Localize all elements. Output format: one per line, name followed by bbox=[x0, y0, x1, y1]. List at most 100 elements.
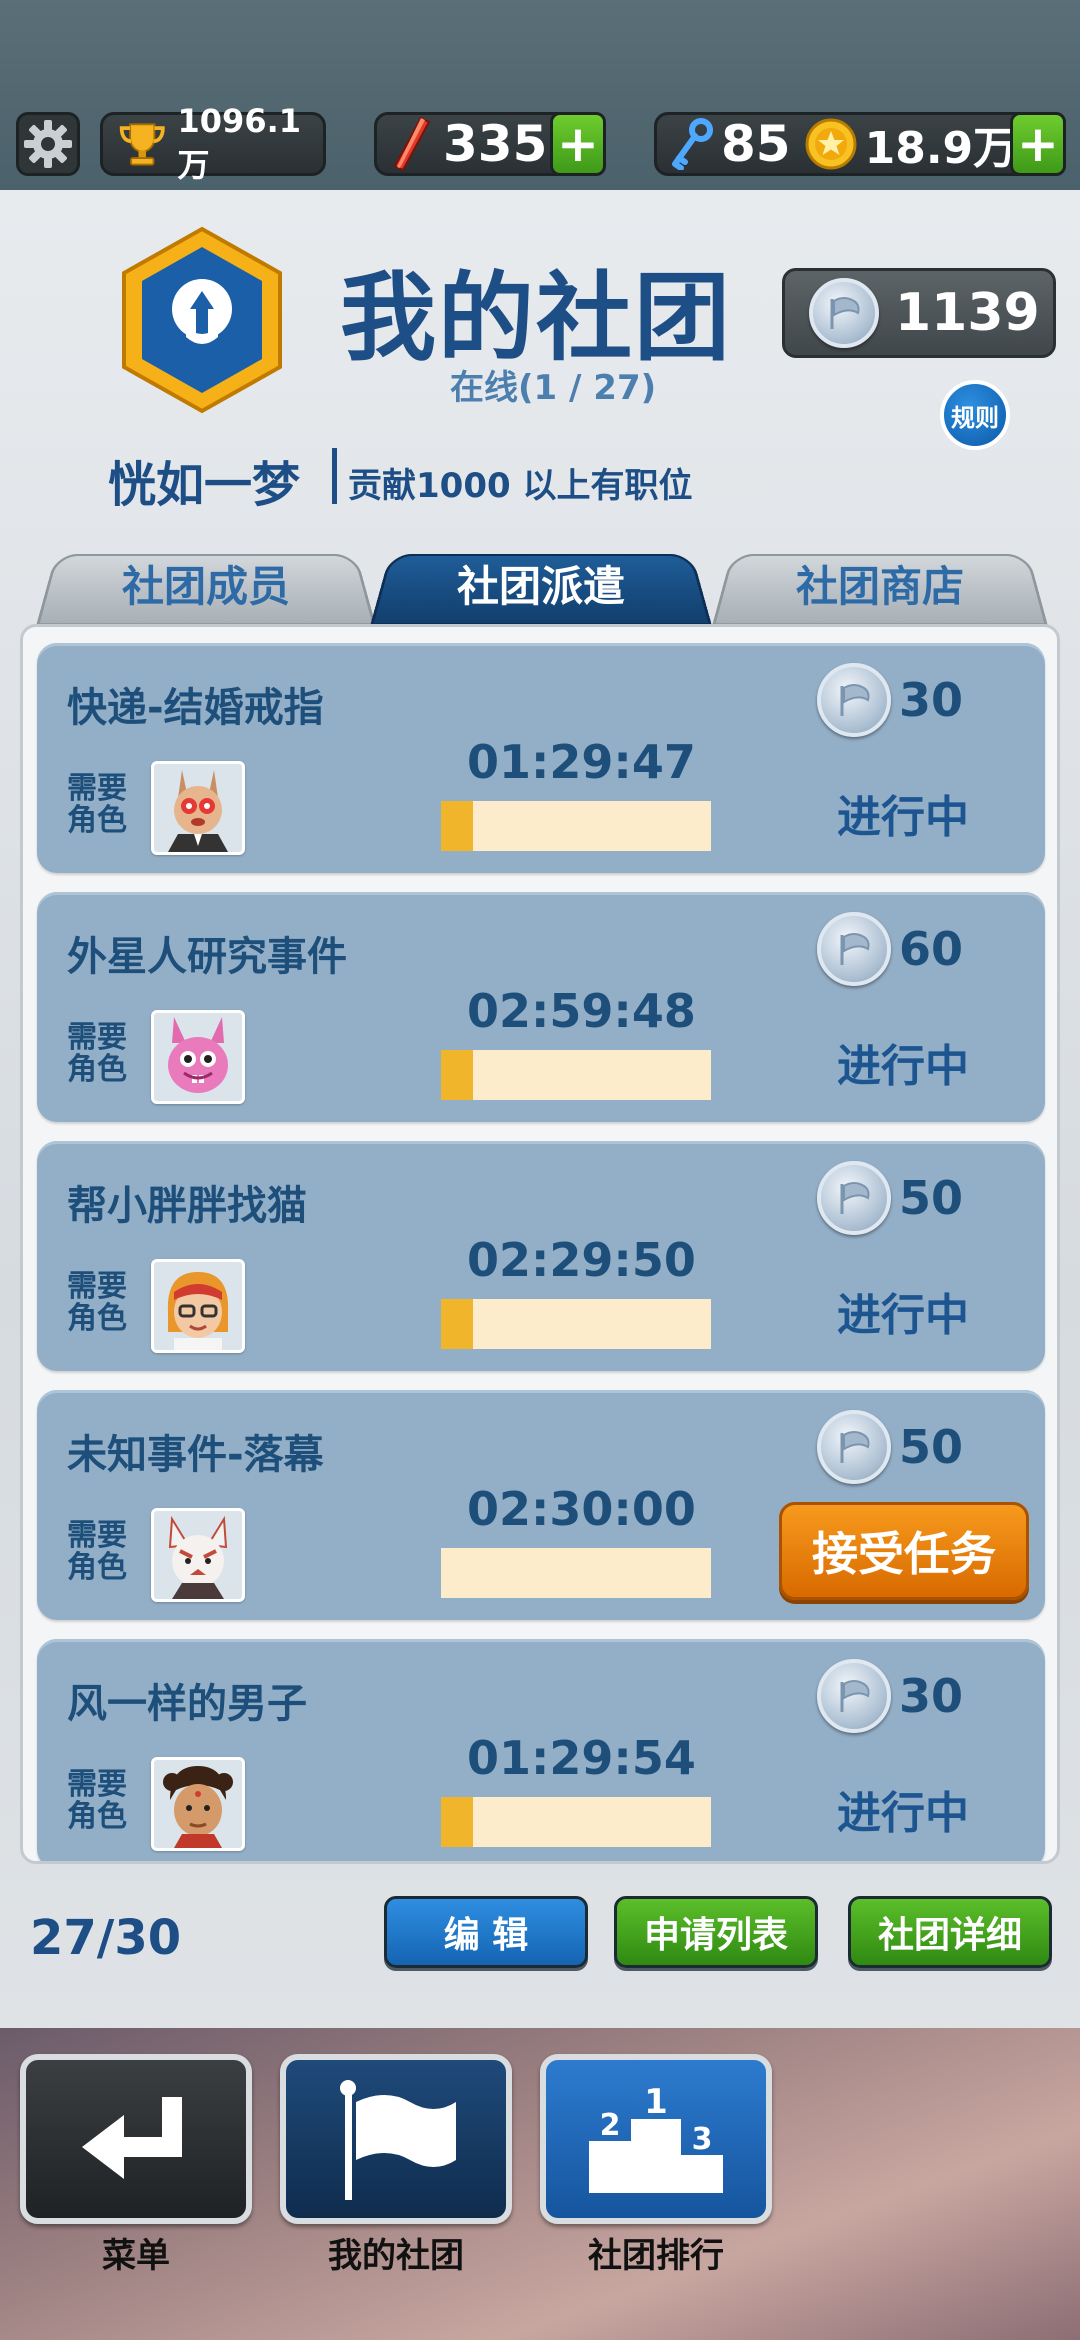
position-note: 贡献1000 以上有职位 bbox=[348, 466, 693, 506]
page-title: 我的社团 bbox=[340, 262, 732, 374]
mission-progress-bar bbox=[441, 1050, 711, 1100]
required-role-label: 需要角色 bbox=[67, 1767, 127, 1834]
coins-value: 18.9万 bbox=[864, 123, 1018, 174]
mission-card: 帮小胖胖找猫 需要角色 02:29:50 50 进行中 bbox=[37, 1141, 1045, 1371]
online-count: 在线(1 / 27) bbox=[450, 368, 657, 408]
mission-reward: 50 bbox=[817, 1410, 963, 1484]
flag-coin-icon bbox=[817, 1161, 891, 1235]
coin-icon bbox=[805, 118, 857, 170]
rules-button[interactable]: 规则 bbox=[940, 380, 1010, 450]
menu-button[interactable] bbox=[20, 2054, 252, 2224]
mission-title: 快递-结婚戒指 bbox=[67, 685, 324, 731]
flag-coin-icon bbox=[817, 663, 891, 737]
mission-status: 进行中 bbox=[837, 1290, 969, 1341]
reward-value: 60 bbox=[899, 922, 964, 976]
accept-mission-button[interactable]: 接受任务 bbox=[779, 1502, 1029, 1600]
club-crest-icon bbox=[122, 226, 282, 414]
character-avatar[interactable] bbox=[151, 1508, 245, 1602]
mission-title: 帮小胖胖找猫 bbox=[67, 1183, 307, 1229]
trophy-value: 1096.1万 bbox=[177, 102, 301, 184]
mission-reward: 30 bbox=[817, 663, 963, 737]
add-coins-button[interactable]: + bbox=[1010, 112, 1066, 176]
flag-coin-icon bbox=[817, 912, 891, 986]
mission-timer: 02:30:00 bbox=[467, 1482, 696, 1536]
mission-title: 未知事件-落幕 bbox=[67, 1432, 324, 1478]
mission-reward: 30 bbox=[817, 1659, 963, 1733]
top-resource-bar: 1096.1万 335 + 85 18.9万 + bbox=[0, 0, 1080, 190]
my-club-button[interactable] bbox=[280, 2054, 512, 2224]
mission-reward: 50 bbox=[817, 1161, 963, 1235]
mission-progress-bar bbox=[441, 1299, 711, 1349]
mission-status: 进行中 bbox=[837, 1041, 969, 1092]
mission-reward: 60 bbox=[817, 912, 963, 986]
add-energy-button[interactable]: + bbox=[550, 112, 606, 176]
progress-fill bbox=[441, 1797, 474, 1847]
member-count: 27/30 bbox=[30, 1910, 182, 1966]
mission-card: 风一样的男子 需要角色 01:29:54 30 进行中 bbox=[37, 1639, 1045, 1861]
mission-card: 快递-结婚戒指 需要角色 01:29:47 30 进行中 bbox=[37, 643, 1045, 873]
character-avatar[interactable] bbox=[151, 761, 245, 855]
club-points-value: 1139 bbox=[895, 283, 1040, 343]
reward-value: 30 bbox=[899, 673, 964, 727]
reward-value: 50 bbox=[899, 1171, 964, 1225]
mission-timer: 02:59:48 bbox=[467, 984, 696, 1038]
required-role-label: 需要角色 bbox=[67, 1020, 127, 1087]
settings-button[interactable] bbox=[16, 112, 80, 176]
mission-timer: 01:29:47 bbox=[467, 735, 696, 789]
club-ranking-label: 社团排行 bbox=[588, 2236, 724, 2276]
club-points-badge: 1139 bbox=[782, 268, 1056, 358]
progress-fill bbox=[441, 801, 474, 851]
return-arrow-icon bbox=[82, 2097, 182, 2179]
trophy-counter: 1096.1万 bbox=[100, 102, 326, 184]
mission-status: 进行中 bbox=[837, 1788, 969, 1839]
mission-status: 进行中 bbox=[837, 792, 969, 843]
keys-coins-counter: 85 18.9万 + bbox=[654, 112, 1066, 176]
flag-coin-icon bbox=[809, 278, 879, 348]
reward-value: 30 bbox=[899, 1669, 964, 1723]
required-role-label: 需要角色 bbox=[67, 1269, 127, 1336]
podium-icon: 1 2 3 bbox=[589, 2082, 723, 2193]
required-role-label: 需要角色 bbox=[67, 771, 127, 838]
club-ranking-button[interactable]: 1 2 3 bbox=[540, 2054, 772, 2224]
tab-shop[interactable]: 社团商店 bbox=[712, 540, 1048, 626]
required-role-label: 需要角色 bbox=[67, 1518, 127, 1585]
mission-progress-bar bbox=[441, 1548, 711, 1598]
mission-list[interactable]: 快递-结婚戒指 需要角色 01:29:47 30 进行中 外星人研究事件 需要角… bbox=[20, 624, 1060, 1864]
keys-value: 85 bbox=[721, 115, 791, 173]
energy-counter: 335 + bbox=[374, 112, 606, 176]
character-avatar[interactable] bbox=[151, 1010, 245, 1104]
mission-title: 外星人研究事件 bbox=[67, 934, 347, 980]
mission-timer: 02:29:50 bbox=[467, 1233, 696, 1287]
progress-fill bbox=[441, 1299, 474, 1349]
tab-members[interactable]: 社团成员 bbox=[36, 540, 376, 626]
gear-icon bbox=[24, 120, 72, 168]
menu-label: 菜单 bbox=[102, 2236, 170, 2276]
mission-progress-bar bbox=[441, 1797, 711, 1847]
edit-button[interactable]: 编 辑 bbox=[384, 1896, 588, 1968]
mission-card: 未知事件-落幕 需要角色 02:30:00 50 接受任务 bbox=[37, 1390, 1045, 1620]
energy-stick-icon bbox=[393, 116, 431, 172]
tab-dispatch[interactable]: 社团派遣 bbox=[370, 540, 712, 626]
character-avatar[interactable] bbox=[151, 1259, 245, 1353]
flag-coin-icon bbox=[817, 1410, 891, 1484]
progress-fill bbox=[441, 1050, 474, 1100]
mission-progress-bar bbox=[441, 801, 711, 851]
reward-value: 50 bbox=[899, 1420, 964, 1474]
my-club-label: 我的社团 bbox=[328, 2236, 464, 2276]
mission-card: 外星人研究事件 需要角色 02:59:48 60 进行中 bbox=[37, 892, 1045, 1122]
mission-timer: 01:29:54 bbox=[467, 1731, 696, 1785]
mission-title: 风一样的男子 bbox=[67, 1681, 307, 1727]
divider bbox=[332, 448, 337, 504]
trophy-icon bbox=[119, 123, 165, 166]
apply-list-button[interactable]: 申请列表 bbox=[614, 1896, 818, 1968]
svg-text:3: 3 bbox=[692, 2122, 713, 2157]
character-avatar[interactable] bbox=[151, 1757, 245, 1851]
flag-coin-icon bbox=[817, 1659, 891, 1733]
svg-text:2: 2 bbox=[600, 2108, 621, 2143]
key-icon bbox=[672, 118, 713, 170]
svg-text:1: 1 bbox=[644, 2082, 668, 2122]
club-details-button[interactable]: 社团详细 bbox=[848, 1896, 1052, 1968]
flag-icon bbox=[340, 2080, 456, 2200]
username: 恍如一梦 bbox=[108, 457, 301, 513]
energy-value: 335 bbox=[443, 115, 548, 173]
